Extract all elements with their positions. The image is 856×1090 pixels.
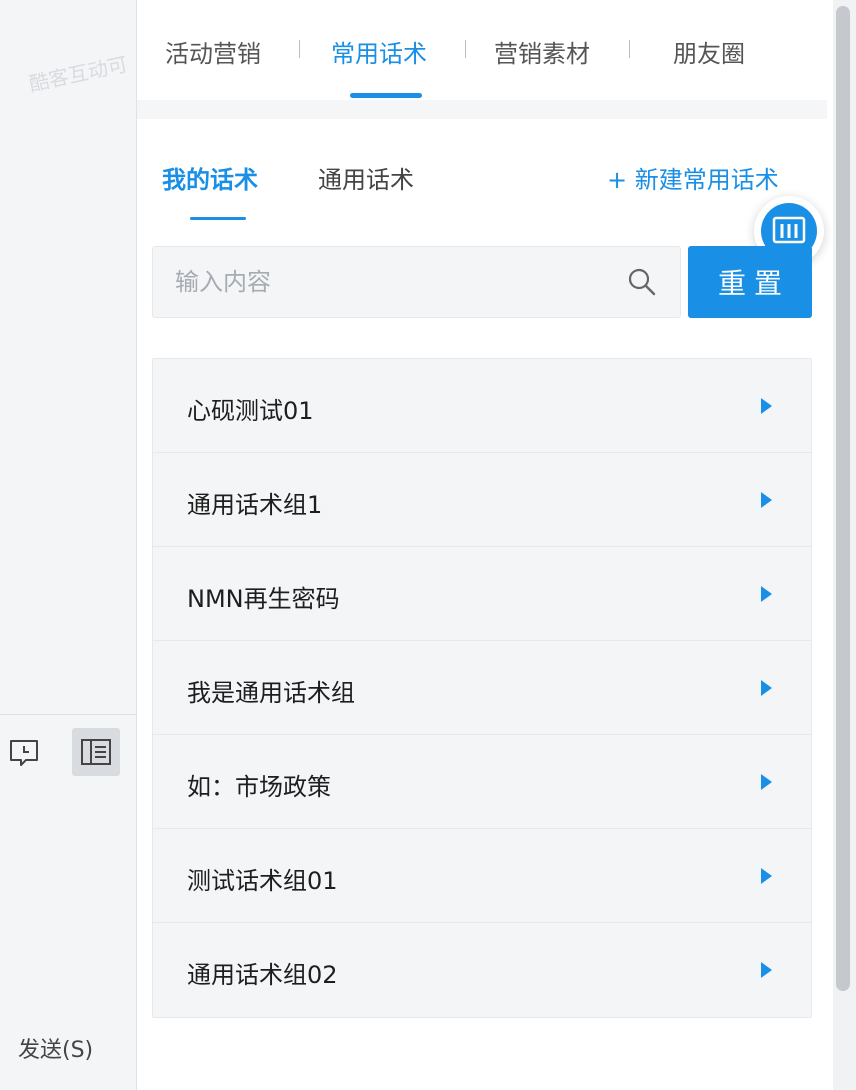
list-item[interactable]: 我是通用话术组 <box>153 641 811 735</box>
list-item[interactable]: NMN再生密码 <box>153 547 811 641</box>
top-tab-bar: 活动营销 常用话术 营销素材 朋友圈 <box>137 0 833 100</box>
chat-clock-button[interactable] <box>8 738 40 768</box>
list-panel-icon <box>81 739 111 765</box>
subtab-my-scripts[interactable]: 我的话术 <box>162 160 258 195</box>
left-divider <box>0 714 137 715</box>
tab-separator <box>465 40 466 58</box>
chat-left-pane: 酷客互动可 发送(S) <box>0 0 137 1090</box>
chat-clock-icon <box>10 740 38 766</box>
list-item[interactable]: 通用话术组02 <box>153 923 811 1017</box>
script-group-list: 心砚测试01 通用话术组1 NMN再生密码 我是通用话术组 如：市场政策 测试话… <box>152 358 812 1018</box>
caret-right-icon <box>761 492 772 508</box>
scrollbar-thumb[interactable] <box>836 6 850 991</box>
bar-chart-icon <box>772 216 806 244</box>
list-item[interactable]: 测试话术组01 <box>153 829 811 923</box>
script-panel: 活动营销 常用话术 营销素材 朋友圈 我的话术 通用话术 + 新建常用话术 重置 <box>137 0 833 1090</box>
tab-activity-marketing[interactable]: 活动营销 <box>165 34 261 69</box>
subtab-general-scripts[interactable]: 通用话术 <box>318 160 414 195</box>
caret-right-icon <box>761 398 772 414</box>
tab-moments[interactable]: 朋友圈 <box>673 34 745 69</box>
new-common-script-link[interactable]: + 新建常用话术 <box>607 160 779 195</box>
search-icon[interactable] <box>627 267 657 297</box>
vertical-scrollbar[interactable] <box>833 0 856 1090</box>
group-label: NMN再生密码 <box>187 585 340 613</box>
send-button[interactable]: 发送(S) <box>18 1032 93 1064</box>
caret-right-icon <box>761 680 772 696</box>
tab-separator <box>629 40 630 58</box>
group-label: 通用话术组02 <box>187 961 338 989</box>
list-item[interactable]: 通用话术组1 <box>153 453 811 547</box>
caret-right-icon <box>761 868 772 884</box>
script-panel-button[interactable] <box>72 728 120 776</box>
caret-right-icon <box>761 586 772 602</box>
tab-separator <box>299 40 300 58</box>
group-label: 如：市场政策 <box>187 773 331 801</box>
group-label: 通用话术组1 <box>187 491 323 519</box>
tab-common-scripts[interactable]: 常用话术 <box>331 34 427 69</box>
reset-button[interactable]: 重置 <box>688 246 812 318</box>
list-item[interactable]: 心砚测试01 <box>153 359 811 453</box>
search-box <box>152 246 681 318</box>
group-label: 心砚测试01 <box>187 397 314 425</box>
caret-right-icon <box>761 962 772 978</box>
watermark: 酷客互动可 <box>26 51 130 97</box>
list-item[interactable]: 如：市场政策 <box>153 735 811 829</box>
active-tab-indicator <box>350 93 422 98</box>
group-label: 测试话术组01 <box>187 867 338 895</box>
active-subtab-indicator <box>190 217 246 220</box>
tab-marketing-materials[interactable]: 营销素材 <box>494 34 590 69</box>
search-input[interactable] <box>175 247 615 317</box>
group-label: 我是通用话术组 <box>187 679 355 707</box>
caret-right-icon <box>761 774 772 790</box>
section-divider-band <box>137 100 827 119</box>
